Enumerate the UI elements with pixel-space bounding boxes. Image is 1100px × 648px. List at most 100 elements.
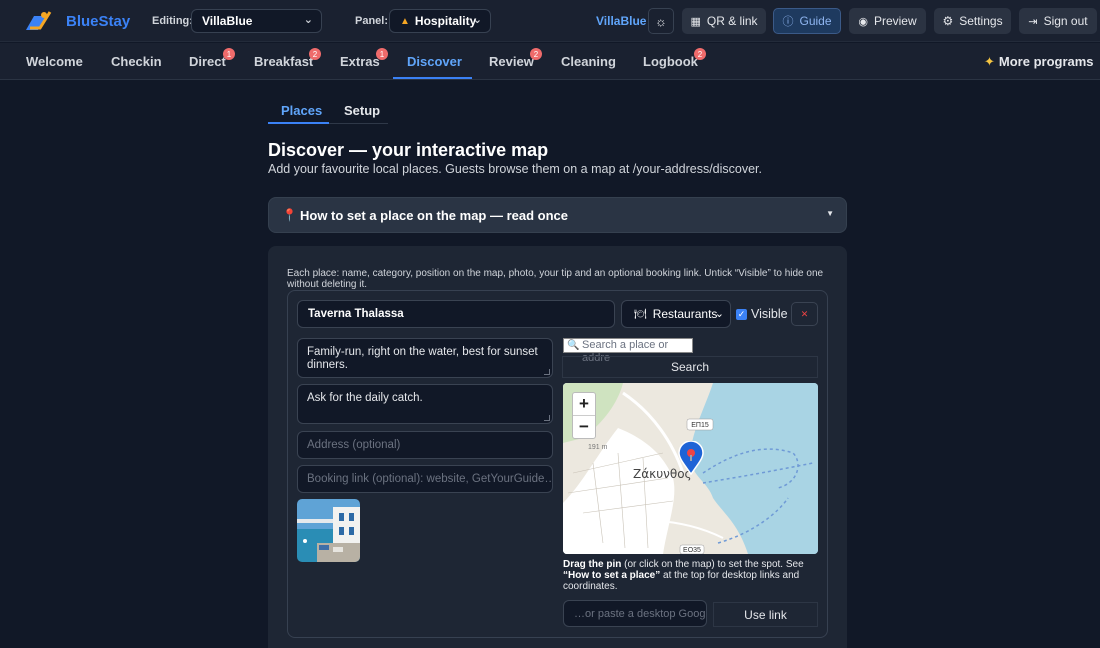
nav-item-welcome[interactable]: Welcome — [26, 54, 83, 69]
resize-handle-icon[interactable] — [544, 415, 550, 421]
description-textarea[interactable]: Family-run, right on the water, best for… — [297, 338, 553, 378]
qr-link-button[interactable]: ▦ QR & link — [682, 8, 766, 34]
nav-item-extras[interactable]: Extras 1 — [340, 48, 388, 69]
tab-setup[interactable]: Setup — [344, 103, 380, 118]
bell-icon: ▲ — [400, 15, 410, 27]
delete-place-button[interactable]: ✕ — [791, 302, 818, 326]
notification-badge: 1 — [376, 48, 388, 60]
gear-icon: ⚙ — [942, 14, 954, 28]
resize-handle-icon[interactable] — [544, 369, 550, 375]
nav-item-review[interactable]: Review 2 — [489, 48, 542, 69]
qr-link-label: QR & link — [706, 14, 758, 28]
address-input[interactable]: Address (optional) — [297, 431, 553, 459]
hint-text: (or click on the map) to set the spot. S… — [621, 559, 804, 570]
paste-link-input[interactable]: …or paste a desktop Googl — [563, 600, 707, 627]
nav-item-label: Extras — [340, 54, 380, 69]
map-elevation-label: 191 m — [588, 444, 608, 451]
nav-item-discover[interactable]: Discover — [407, 54, 462, 69]
chevron-down-icon: ⌄ — [714, 308, 724, 320]
notification-badge: 2 — [530, 48, 542, 60]
tip-text: Ask for the daily catch. — [307, 392, 423, 404]
map-hint: Drag the pin (or click on the map) to se… — [563, 559, 818, 592]
panel-select[interactable]: ▲ Hospitality ⌄ — [389, 9, 491, 33]
chevron-down-icon: ⌄ — [303, 14, 313, 26]
tip-textarea[interactable]: Ask for the daily catch. — [297, 384, 553, 424]
sparkles-icon: ✦ — [984, 54, 995, 69]
nav-active-indicator — [393, 77, 472, 79]
property-select[interactable]: VillaBlue ⌄ — [191, 9, 322, 33]
visible-label: Visible — [751, 307, 788, 321]
category-select[interactable]: 🍽 Restaurants ⌄ — [621, 300, 731, 328]
panel-label: Panel: — [355, 15, 389, 27]
sign-out-button[interactable]: ⇥ Sign out — [1019, 8, 1097, 34]
top-bar: BlueStay Editing: VillaBlue ⌄ Panel: ▲ H… — [0, 0, 1100, 42]
map-search-button[interactable]: Search — [562, 356, 818, 378]
brand-logo[interactable]: BlueStay — [24, 10, 130, 32]
preview-button[interactable]: ◉ Preview — [849, 8, 926, 34]
property-select-value: VillaBlue — [202, 14, 253, 28]
how-to-accordion[interactable]: 📍 How to set a place on the map — read o… — [268, 197, 847, 233]
search-icon: 🔍 — [567, 340, 580, 351]
nav-item-label: Logbook — [643, 54, 698, 69]
logo-icon — [26, 11, 52, 30]
preview-label: Preview — [873, 14, 917, 28]
villa-link[interactable]: VillaBlue — [596, 14, 646, 28]
guide-label: Guide — [799, 14, 832, 28]
tab-places[interactable]: Places — [281, 103, 322, 118]
places-note: Each place: name, category, position on … — [287, 268, 824, 290]
theme-toggle-button[interactable]: ☼ — [648, 8, 674, 34]
notification-badge: 2 — [694, 48, 706, 60]
qr-icon: ▦ — [690, 15, 701, 28]
more-programs-button[interactable]: ✦ More programs — [984, 54, 1094, 70]
nav-item-cleaning[interactable]: Cleaning — [561, 54, 616, 69]
guide-button[interactable]: ⓘ Guide — [773, 8, 841, 34]
close-icon: ✕ — [800, 308, 809, 319]
nav-item-logbook[interactable]: Logbook 2 — [643, 48, 706, 69]
cutlery-icon: 🍽 — [634, 308, 647, 320]
visible-checkbox[interactable]: ✓ — [736, 308, 747, 320]
map-pin-icon: 📍 — [282, 208, 297, 222]
logout-icon: ⇥ — [1028, 15, 1038, 28]
panel-select-value: Hospitality — [414, 14, 477, 28]
map-search-input[interactable]: 🔍 Search a place or addre — [563, 338, 693, 364]
zoom-in-button[interactable]: + — [573, 393, 595, 416]
visible-toggle[interactable]: ✓ Visible — [736, 307, 788, 321]
brand-name: BlueStay — [66, 12, 131, 30]
sign-out-label: Sign out — [1043, 14, 1088, 28]
photo-thumbnail — [297, 499, 360, 562]
booking-link-input[interactable]: Booking link (optional): website, GetYou… — [297, 465, 553, 493]
caret-down-icon: ▼ — [826, 209, 834, 218]
tab-active-indicator — [268, 122, 329, 124]
more-programs-label: More programs — [998, 54, 1094, 69]
nav-item-breakfast[interactable]: Breakfast 2 — [254, 48, 321, 69]
category-select-value: Restaurants — [652, 307, 718, 321]
accordion-title: How to set a place on the map — read onc… — [300, 208, 569, 223]
place-photo[interactable] — [297, 499, 360, 562]
page-subtitle: Add your favourite local places. Guests … — [268, 162, 762, 176]
hint-strong: Drag the pin — [563, 559, 622, 570]
nav-item-label: Direct — [189, 54, 226, 69]
hint-strong: “How to set a place” — [563, 570, 661, 581]
nav-item-label: Breakfast — [254, 54, 314, 69]
sun-icon: ☼ — [655, 13, 667, 29]
description-text: Family-run, right on the water, best for… — [307, 346, 538, 371]
nav-item-label: Review — [489, 54, 534, 69]
help-circle-icon: ⓘ — [782, 16, 794, 28]
map-road-label: ΕΠ15 — [691, 422, 709, 429]
eye-icon: ◉ — [858, 15, 868, 28]
zoom-out-button[interactable]: − — [573, 416, 595, 439]
settings-label: Settings — [959, 14, 1003, 28]
nav-item-direct[interactable]: Direct 1 — [189, 48, 235, 69]
main-nav: Welcome Checkin Direct 1 Breakfast 2 Ext… — [0, 43, 1100, 80]
notification-badge: 2 — [309, 48, 321, 60]
map-zoom-control: + − — [572, 392, 596, 439]
settings-button[interactable]: ⚙ Settings — [934, 8, 1011, 34]
page-title: Discover — your interactive map — [268, 140, 549, 160]
nav-item-checkin[interactable]: Checkin — [111, 54, 162, 69]
map-road-label: ΕΟ35 — [683, 547, 701, 554]
place-name-input[interactable]: Taverna Thalassa — [297, 300, 615, 328]
chevron-down-icon: ⌄ — [472, 14, 482, 26]
editing-label: Editing: — [152, 15, 193, 27]
map-pin-icon[interactable] — [677, 441, 705, 475]
use-link-button[interactable]: Use link — [713, 602, 818, 627]
